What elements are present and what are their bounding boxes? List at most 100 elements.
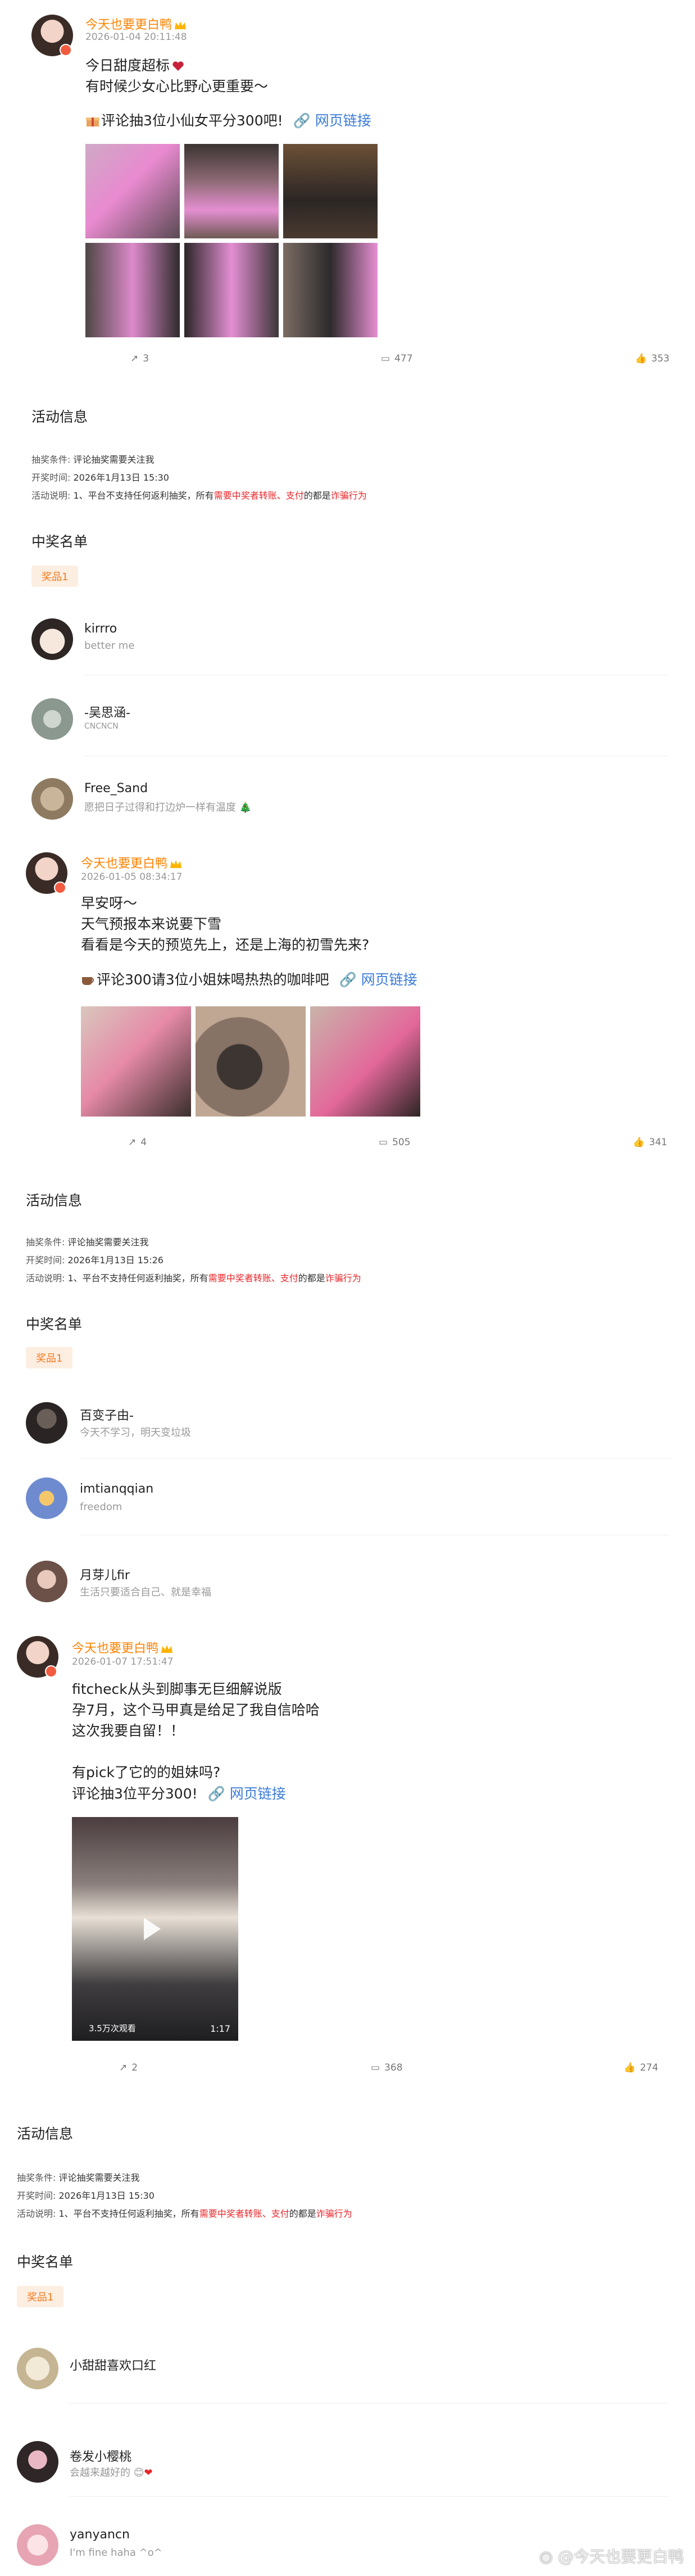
winner-name[interactable]: kirrro (84, 622, 117, 636)
comment-icon: ▭ (379, 1137, 388, 1148)
avatar[interactable] (26, 1477, 67, 1519)
lottery-condition: 抽奖条件: 评论抽奖需要关注我 (31, 454, 155, 465)
like-button[interactable]: 👍 274 (624, 2062, 658, 2073)
post-text: fitcheck从头到脚事无巨细解说版 孕7月，这个马甲真是给足了我自信哈哈 这… (72, 1681, 320, 1780)
post-photo[interactable] (85, 144, 180, 238)
winner-bio: better me (84, 640, 135, 652)
winner-name[interactable]: 小甜甜喜欢口红 (70, 2356, 156, 2374)
post-photo[interactable] (283, 144, 378, 238)
winner-bio: CNCNCN (84, 722, 119, 731)
winner-bio: 生活只要适合自己、就是幸福 (80, 1587, 211, 1598)
prize-tag: 奖品1 (31, 566, 79, 587)
like-button[interactable]: 👍 353 (635, 353, 670, 364)
link-icon: 🔗 (293, 112, 311, 129)
smile-icon: 😊 (133, 2467, 144, 2479)
repost-button[interactable]: ↗ 4 (128, 1137, 147, 1148)
video-player[interactable]: 3.5万次观看 1:17 (72, 1817, 238, 2041)
activity-title: 活动信息 (26, 1192, 83, 1209)
like-icon: 👍 (624, 2062, 636, 2073)
avatar[interactable] (17, 2348, 58, 2389)
post-username[interactable]: 今天也要更白鸭 (72, 1638, 173, 1656)
repost-icon: ↗ (130, 353, 139, 364)
lottery-line: 评论抽3位平分300! 🔗 网页链接 (72, 1786, 286, 1802)
winners-title: 中奖名单 (26, 1316, 83, 1332)
avatar[interactable] (26, 1402, 67, 1444)
avatar[interactable] (17, 2524, 58, 2566)
heart-icon: ❤ (144, 2467, 153, 2479)
lottery-condition: 抽奖条件: 评论抽奖需要关注我 (26, 1237, 149, 1248)
play-icon[interactable] (144, 1918, 161, 1940)
activity-desc: 活动说明: 1、平台不支持任何返利抽奖，所有需要中奖者转账、支付的都是诈骗行为 (17, 2208, 352, 2219)
repost-button[interactable]: ↗ 3 (130, 353, 149, 364)
watermark: ◉ @今天也要更白鸭 (539, 2547, 684, 2566)
comment-button[interactable]: ▭ 505 (379, 1137, 411, 1148)
post-time: 2026-01-07 17:51:47 (72, 1656, 174, 1667)
weibo-logo-icon: ◉ (539, 2547, 553, 2566)
post-time: 2026-01-05 08:34:17 (81, 871, 183, 883)
draw-time: 开奖时间: 2026年1月13日 15:26 (26, 1255, 163, 1266)
post-photo[interactable] (310, 1006, 420, 1117)
repost-icon: ↗ (119, 2062, 128, 2073)
comment-button[interactable]: ▭ 477 (381, 353, 413, 364)
like-icon: 👍 (635, 353, 647, 364)
lottery-line: 评论抽3位小仙女平分300吧! 🔗 网页链接 (85, 110, 371, 131)
like-button[interactable]: 👍 341 (633, 1137, 667, 1148)
repost-icon: ↗ (128, 1137, 137, 1148)
post-photo[interactable] (283, 243, 378, 337)
winner-name[interactable]: -吴思涵- (84, 703, 130, 721)
winner-bio: 今天不学习，明天变垃圾 (80, 1427, 191, 1439)
divider (80, 1458, 670, 1459)
winner-name[interactable]: Free_Sand (84, 781, 148, 796)
video-duration: 1:17 (210, 2023, 230, 2034)
avatar[interactable] (26, 1561, 67, 1602)
web-link[interactable]: 🔗 网页链接 (208, 1786, 286, 1802)
winner-bio: 会越来越好的 😊❤ (70, 2467, 153, 2479)
post-time: 2026-01-04 20:11:48 (85, 31, 187, 43)
avatar[interactable] (17, 2441, 58, 2483)
post-username[interactable]: 今天也要更白鸭 (85, 15, 187, 33)
verified-badge-icon (60, 44, 72, 56)
link-icon: 🔗 (207, 1786, 225, 1802)
activity-desc: 活动说明: 1、平台不支持任何返利抽奖，所有需要中奖者转账、支付的都是诈骗行为 (26, 1273, 361, 1284)
draw-time: 开奖时间: 2026年1月13日 15:30 (31, 472, 169, 483)
verified-badge-icon (54, 882, 66, 894)
winner-bio: I'm fine haha ^o^ (70, 2547, 162, 2559)
post-photo[interactable] (85, 243, 180, 337)
winner-bio: freedom (80, 1501, 122, 1513)
winner-name[interactable]: 卷发小樱桃 (70, 2447, 131, 2465)
post-photo[interactable] (81, 1006, 191, 1117)
repost-button[interactable]: ↗ 2 (119, 2062, 138, 2073)
avatar[interactable] (31, 618, 73, 660)
post-photo[interactable] (196, 1006, 306, 1117)
heart-icon (172, 56, 184, 71)
lottery-condition: 抽奖条件: 评论抽奖需要关注我 (17, 2172, 140, 2183)
crown-icon (174, 19, 187, 29)
crown-icon (170, 858, 182, 868)
avatar[interactable] (31, 778, 73, 820)
verified-badge-icon (45, 1665, 57, 1678)
activity-desc: 活动说明: 1、平台不支持任何返利抽奖，所有需要中奖者转账、支付的都是诈骗行为 (31, 490, 367, 501)
prize-tag: 奖品1 (17, 2286, 64, 2307)
divider (70, 2496, 669, 2497)
winner-name[interactable]: 百变子由- (80, 1405, 134, 1423)
winner-name[interactable]: imtianqqian (80, 1482, 153, 1496)
activity-title: 活动信息 (17, 2126, 74, 2142)
post-text: 今日甜度超标 有时候少女心比野心更重要～ (85, 56, 269, 94)
web-link[interactable]: 🔗 网页链接 (339, 971, 417, 988)
winner-bio: 愿把日子过得和打边炉一样有温度 🎄 (84, 802, 252, 814)
comment-button[interactable]: ▭ 368 (371, 2062, 403, 2073)
winner-name[interactable]: yanyancn (70, 2528, 130, 2542)
comment-icon: ▭ (381, 353, 390, 364)
web-link[interactable]: 🔗 网页链接 (293, 112, 371, 129)
like-icon: 👍 (633, 1137, 645, 1148)
post-text: 早安呀～ 天气预报本来说要下雪 看看是今天的预览先上，还是上海的初雪先来? (81, 895, 370, 953)
post-photo[interactable] (184, 243, 279, 337)
winner-name[interactable]: 月芽儿fir (80, 1565, 130, 1583)
avatar[interactable] (31, 698, 73, 740)
lottery-line: 评论300请3位小姐妹喝热热的咖啡吧 🔗 网页链接 (81, 969, 417, 990)
winners-title: 中奖名单 (31, 534, 88, 550)
prize-tag: 奖品1 (26, 1347, 73, 1368)
winners-title: 中奖名单 (17, 2254, 74, 2270)
post-photo[interactable] (184, 144, 279, 238)
post-username[interactable]: 今天也要更白鸭 (81, 853, 182, 871)
